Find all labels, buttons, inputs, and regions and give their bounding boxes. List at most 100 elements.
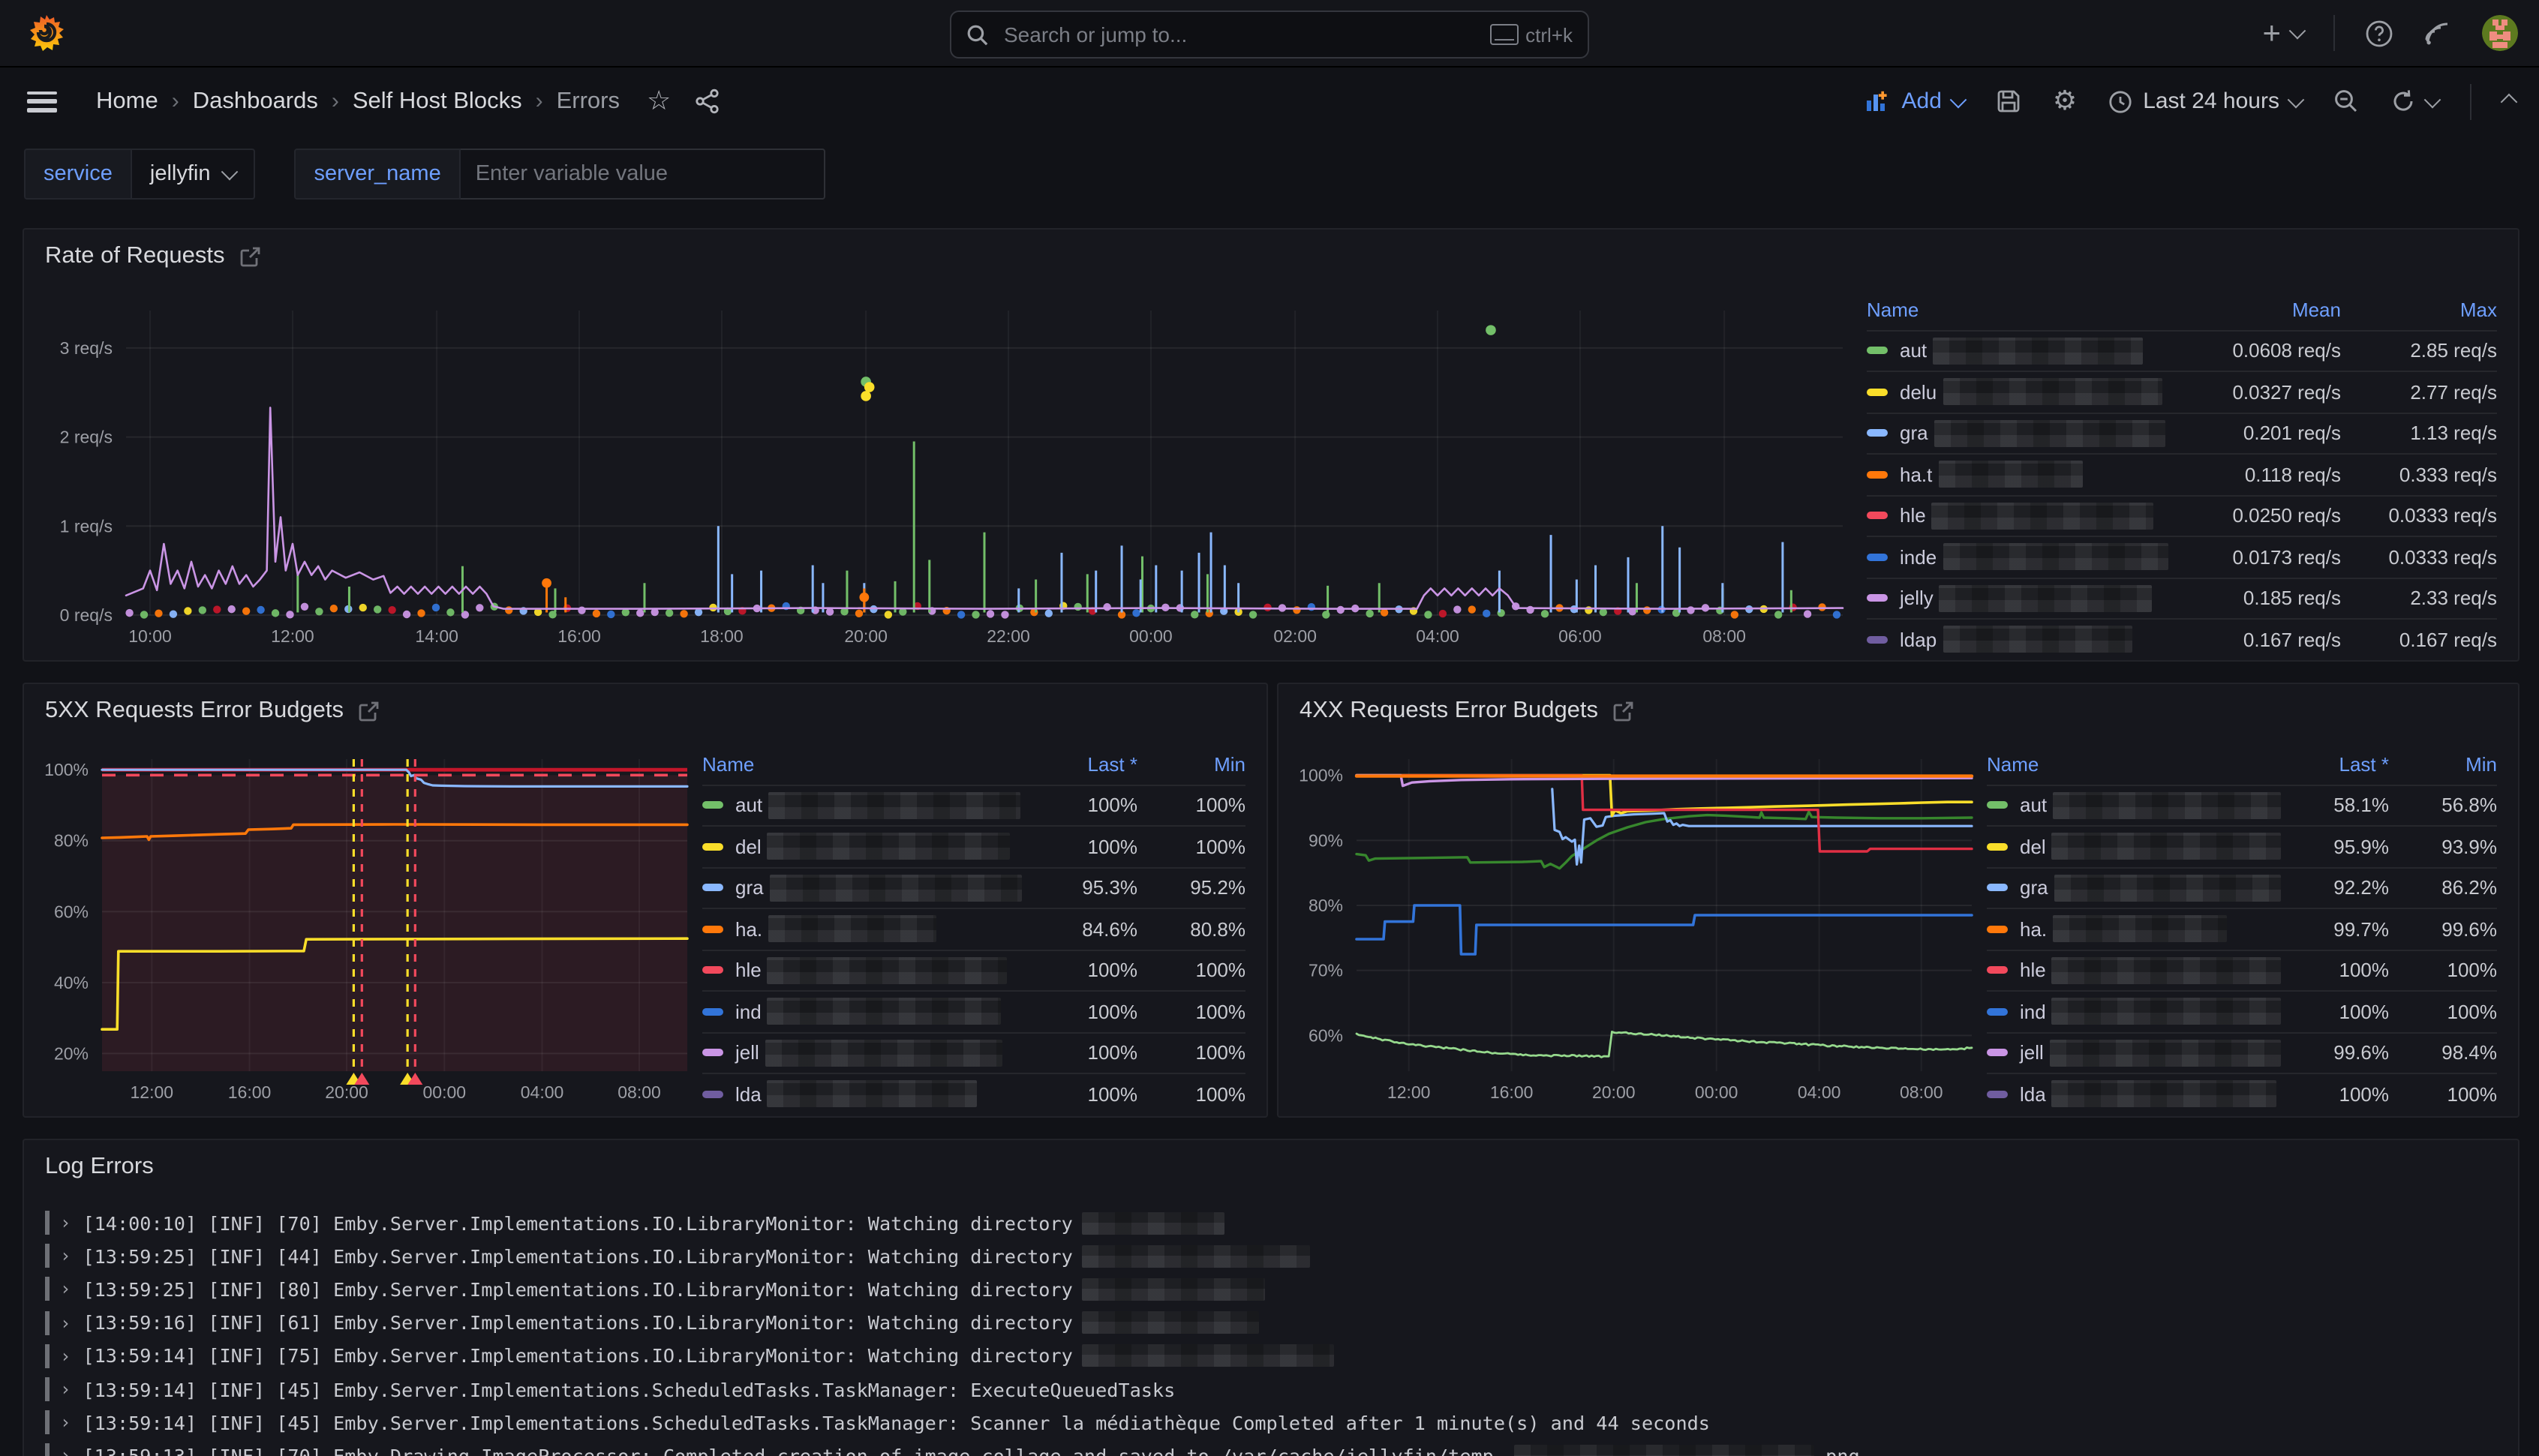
legend-row[interactable]: jell100%100% [702, 1031, 1245, 1073]
legend-col-min[interactable]: Min [2389, 753, 2497, 776]
series-color-chip [1987, 843, 2008, 851]
series-name-prefix: hle [1900, 505, 1926, 527]
panel-header[interactable]: 5XX Requests Error Budgets [24, 684, 1266, 738]
series-name-prefix: ha.t [1900, 464, 1932, 486]
panel-header[interactable]: Log Errors [24, 1140, 2518, 1194]
help-button[interactable] [2365, 19, 2393, 47]
news-rss-button[interactable] [2423, 19, 2452, 47]
err4xx-chart[interactable]: 60%70%80%90%100%12:0016:0020:0000:0004:0… [1279, 738, 1987, 1116]
log-line[interactable]: ›[13:59:25] [INF] [80] Emby.Server.Imple… [45, 1273, 2497, 1306]
panel-header[interactable]: Rate of Requests [24, 230, 2518, 284]
panel-header[interactable]: 4XX Requests Error Budgets [1279, 684, 2518, 738]
menu-toggle-icon[interactable] [27, 91, 57, 112]
external-link-icon[interactable] [240, 246, 261, 267]
legend-row[interactable]: ldap0.167 req/s0.167 req/s [1867, 618, 2497, 659]
legend-col-name[interactable]: Name [702, 753, 754, 776]
legend-row[interactable]: hle100%100% [1987, 949, 2497, 990]
series-color-chip [702, 926, 723, 933]
svg-text:12:00: 12:00 [131, 1082, 174, 1102]
log-expand-icon[interactable]: › [60, 1312, 71, 1333]
legend-row[interactable]: aut100%100% [702, 784, 1245, 825]
log-expand-icon[interactable]: › [60, 1379, 71, 1400]
series-color-chip [1867, 347, 1888, 355]
log-expand-icon[interactable]: › [60, 1445, 71, 1456]
legend-row[interactable]: ind100%100% [702, 990, 1245, 1031]
legend-value: 100% [1137, 1001, 1245, 1023]
favorite-star-icon[interactable]: ☆ [647, 86, 671, 117]
search-bar[interactable]: ctrl+k [950, 11, 1589, 59]
legend-row[interactable]: del95.9%93.9% [1987, 825, 2497, 866]
log-expand-icon[interactable]: › [60, 1346, 71, 1367]
legend-row[interactable]: gra95.3%95.2% [702, 866, 1245, 908]
redacted-log-text [1082, 1345, 1334, 1367]
legend-row[interactable]: jell99.6%98.4% [1987, 1031, 2497, 1073]
legend-col-name[interactable]: Name [1987, 753, 2039, 776]
legend-row[interactable]: jelly0.185 req/s2.33 req/s [1867, 577, 2497, 618]
legend-value: 0.0333 req/s [2341, 505, 2497, 527]
legend-row[interactable]: ha.84.6%80.8% [702, 908, 1245, 949]
legend-col-min[interactable]: Min [1137, 753, 1245, 776]
save-dashboard-button[interactable] [1996, 89, 2021, 114]
err5xx-chart[interactable]: 20%40%60%80%100%12:0016:0020:0000:0004:0… [24, 738, 702, 1116]
legend-row[interactable]: gra92.2%86.2% [1987, 866, 2497, 908]
breadcrumb-item-dashboards[interactable]: Dashboards [193, 88, 318, 115]
legend-row[interactable]: inde0.0173 req/s0.0333 req/s [1867, 536, 2497, 577]
dashboard-settings-button[interactable]: ⚙ [2053, 86, 2077, 117]
legend-row[interactable]: delu0.0327 req/s2.77 req/s [1867, 371, 2497, 412]
user-avatar[interactable] [2482, 15, 2518, 51]
log-expand-icon[interactable]: › [60, 1246, 71, 1267]
breadcrumb-item-home[interactable]: Home [96, 88, 158, 115]
log-expand-icon[interactable]: › [60, 1279, 71, 1300]
legend-col-last[interactable]: Last * [2281, 753, 2389, 776]
log-line[interactable]: ›[13:59:14] [INF] [75] Emby.Server.Imple… [45, 1340, 2497, 1373]
share-icon[interactable] [695, 89, 720, 114]
svg-text:1 req/s: 1 req/s [60, 516, 113, 536]
rate-chart[interactable]: 0 req/s1 req/s2 req/s3 req/s10:0012:0014… [24, 284, 1867, 660]
legend-row[interactable]: del100%100% [702, 825, 1245, 866]
legend-row[interactable]: aut0.0608 req/s2.85 req/s [1867, 329, 2497, 371]
external-link-icon[interactable] [359, 701, 380, 722]
template-variables-row: service jellyfin server_name [24, 150, 825, 198]
breadcrumb-separator: › [332, 89, 339, 114]
refresh-button[interactable] [2390, 89, 2438, 114]
search-input[interactable] [1001, 21, 1477, 48]
external-link-icon[interactable] [1613, 701, 1634, 722]
legend-row[interactable]: hle100%100% [702, 949, 1245, 990]
log-line[interactable]: ›[13:59:14] [INF] [45] Emby.Server.Imple… [45, 1373, 2497, 1406]
gear-icon: ⚙ [2053, 86, 2077, 117]
log-line[interactable]: ›[13:59:25] [INF] [44] Emby.Server.Imple… [45, 1239, 2497, 1272]
variable-input-server-name[interactable] [461, 149, 825, 200]
variable-select-service[interactable]: jellyfin [132, 149, 256, 200]
log-expand-icon[interactable]: › [60, 1412, 71, 1433]
legend-col-name[interactable]: Name [1867, 299, 1919, 321]
svg-text:06:00: 06:00 [1558, 626, 1602, 646]
legend-row[interactable]: ha.99.7%99.6% [1987, 908, 2497, 949]
legend-row[interactable]: ind100%100% [1987, 990, 2497, 1031]
collapse-controls-button[interactable] [2503, 95, 2515, 107]
legend-row[interactable]: lda100%100% [702, 1073, 1245, 1114]
redacted-series-name [1943, 379, 2162, 406]
log-expand-icon[interactable]: › [60, 1212, 71, 1233]
log-line[interactable]: ›[14:00:10] [INF] [70] Emby.Server.Imple… [45, 1206, 2497, 1239]
add-panel-button[interactable]: Add [1866, 89, 1964, 114]
svg-text:60%: 60% [54, 902, 89, 921]
log-level-bar [45, 1310, 50, 1334]
zoom-out-icon [2333, 89, 2359, 114]
legend-col-max[interactable]: Max [2341, 299, 2497, 321]
legend-value: 1.13 req/s [2341, 422, 2497, 445]
legend-row[interactable]: hle0.0250 req/s0.0333 req/s [1867, 494, 2497, 536]
log-line[interactable]: ›[13:59:16] [INF] [61] Emby.Server.Imple… [45, 1306, 2497, 1339]
legend-col-mean[interactable]: Mean [2185, 299, 2341, 321]
legend-row[interactable]: ha.t0.118 req/s0.333 req/s [1867, 453, 2497, 494]
zoom-out-time-button[interactable] [2333, 89, 2359, 114]
time-range-picker[interactable]: Last 24 hours [2108, 89, 2302, 114]
log-line[interactable]: ›[13:59:14] [INF] [45] Emby.Server.Imple… [45, 1406, 2497, 1439]
new-item-button[interactable]: + [2262, 17, 2303, 49]
legend-row[interactable]: aut58.1%56.8% [1987, 784, 2497, 825]
breadcrumb-item-self-host-blocks[interactable]: Self Host Blocks [353, 88, 522, 115]
legend-row[interactable]: lda100%100% [1987, 1073, 2497, 1114]
legend-col-last[interactable]: Last * [1029, 753, 1137, 776]
log-line[interactable]: ›[13:59:13] [INF] [70] Emby.Drawing.Imag… [45, 1439, 2497, 1456]
grafana-logo-icon[interactable] [27, 14, 66, 53]
legend-row[interactable]: gra0.201 req/s1.13 req/s [1867, 412, 2497, 453]
